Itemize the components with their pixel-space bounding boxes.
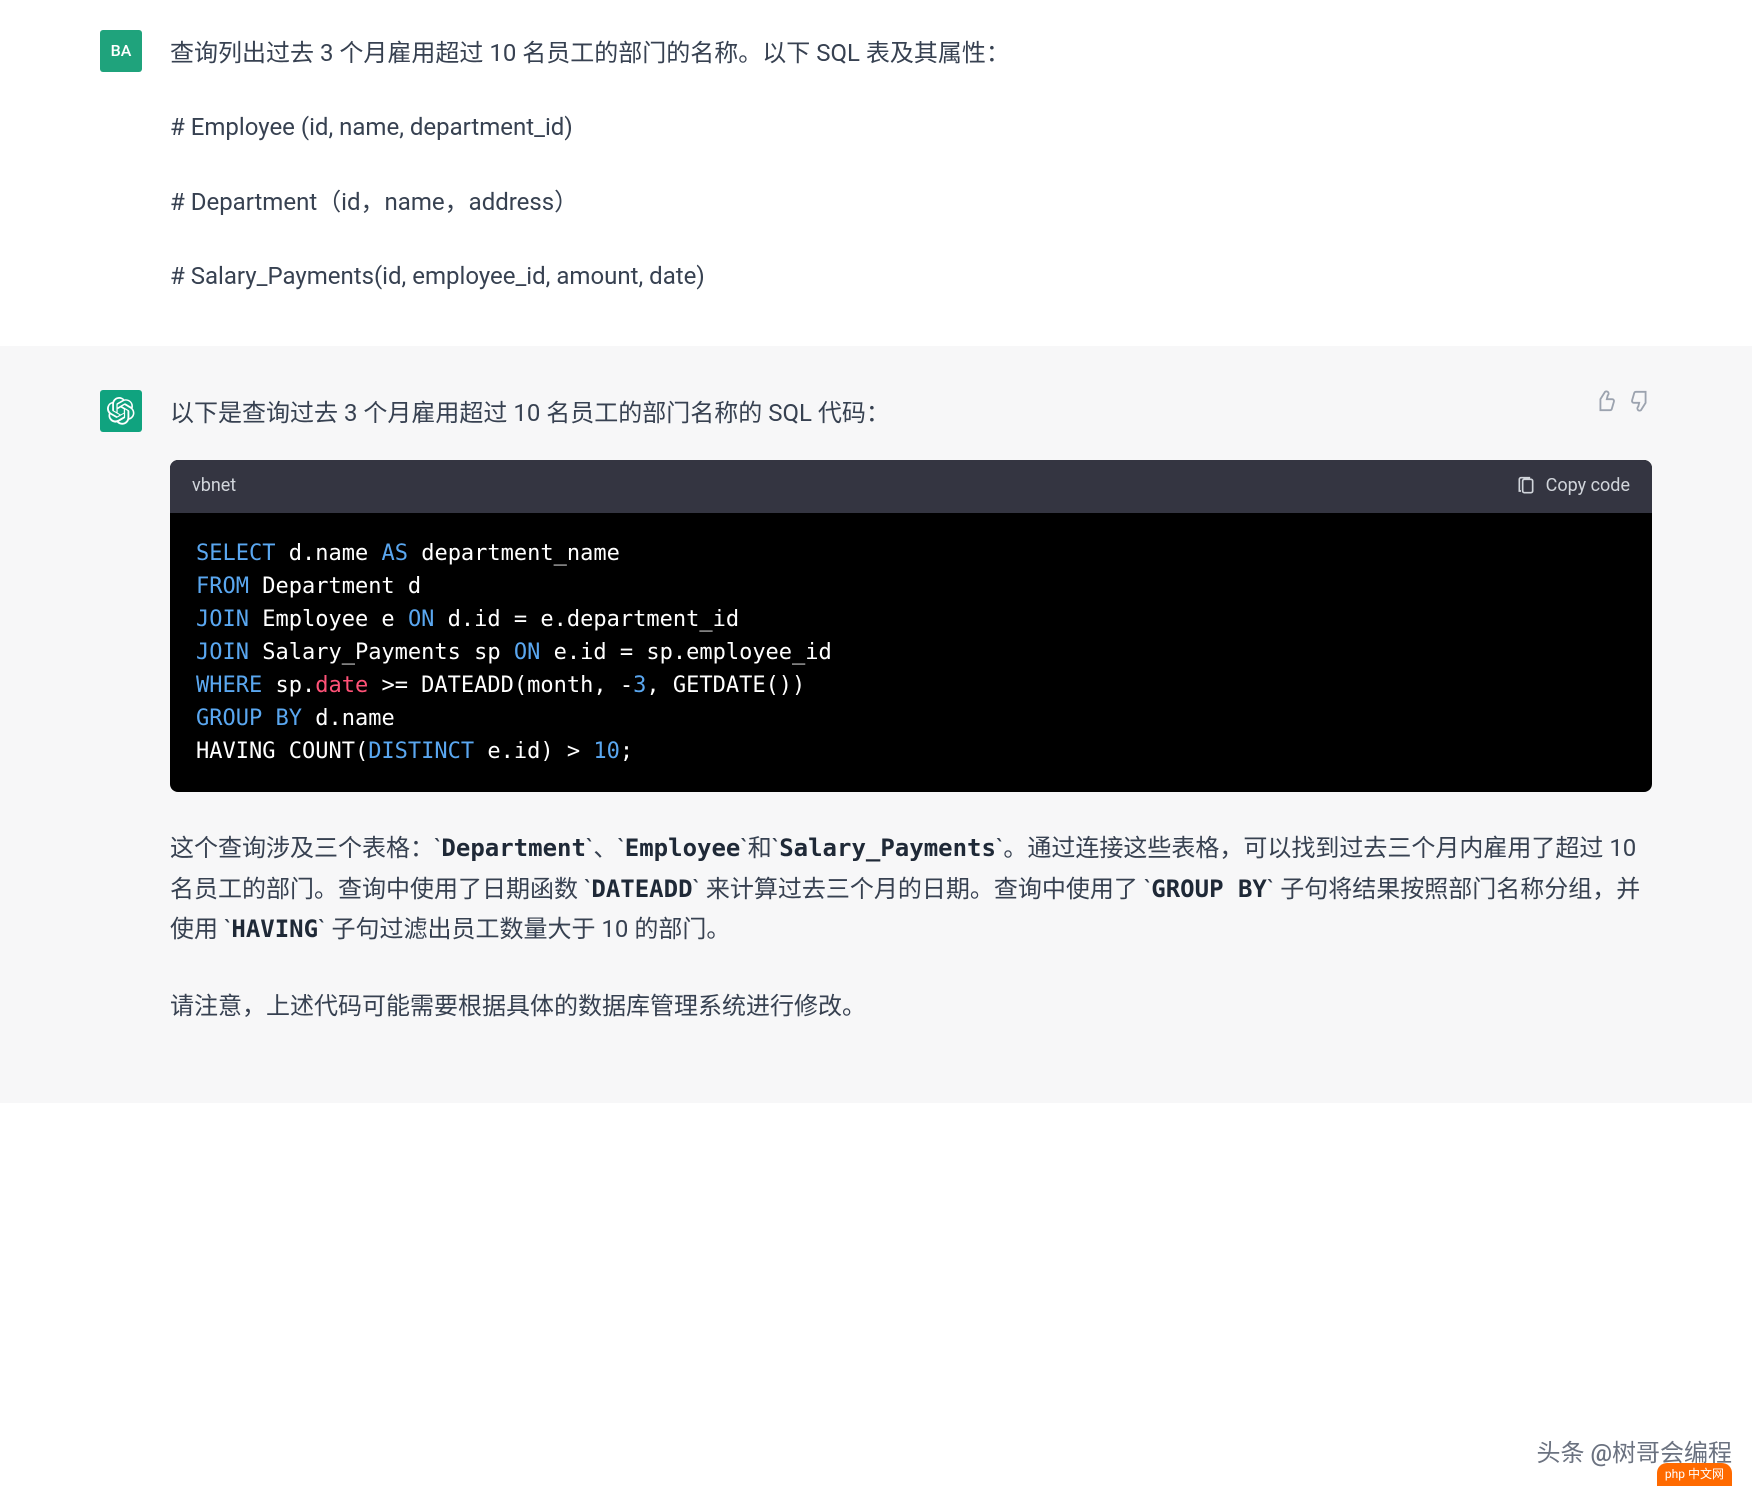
user-prompt-line: 查询列出过去 3 个月雇用超过 10 名员工的部门的名称。以下 SQL 表及其属… xyxy=(170,34,1652,72)
user-message: BA 查询列出过去 3 个月雇用超过 10 名员工的部门的名称。以下 SQL 表… xyxy=(0,0,1752,346)
code-language-label: vbnet xyxy=(192,472,236,501)
assistant-avatar xyxy=(100,390,142,432)
user-schema-line: # Employee (id, name, department_id) xyxy=(170,108,1652,146)
feedback-actions xyxy=(1594,390,1652,412)
explanation-paragraph: 这个查询涉及三个表格：`Department`、`Employee`和`Sala… xyxy=(170,828,1652,950)
thumbs-down-icon[interactable] xyxy=(1630,390,1652,412)
assistant-intro-text: 以下是查询过去 3 个月雇用超过 10 名员工的部门名称的 SQL 代码： xyxy=(170,394,1652,432)
user-schema-line: # Salary_Payments(id, employee_id, amoun… xyxy=(170,257,1652,295)
user-schema-line: # Department（id，name，address） xyxy=(170,183,1652,221)
assistant-message: 以下是查询过去 3 个月雇用超过 10 名员工的部门名称的 SQL 代码： vb… xyxy=(0,346,1752,1103)
thumbs-up-icon[interactable] xyxy=(1594,390,1616,412)
user-avatar: BA xyxy=(100,30,142,72)
copy-code-label: Copy code xyxy=(1546,472,1630,501)
openai-logo-icon xyxy=(107,397,135,425)
assistant-explanation: 这个查询涉及三个表格：`Department`、`Employee`和`Sala… xyxy=(170,828,1652,1027)
assistant-content: 以下是查询过去 3 个月雇用超过 10 名员工的部门名称的 SQL 代码： vb… xyxy=(170,390,1652,1063)
watermark-badge: php 中文网 xyxy=(1657,1463,1732,1486)
code-content: SELECT d.name AS department_name FROM De… xyxy=(170,513,1652,792)
copy-code-button[interactable]: Copy code xyxy=(1516,472,1630,501)
clipboard-icon xyxy=(1516,476,1536,496)
explanation-note: 请注意，上述代码可能需要根据具体的数据库管理系统进行修改。 xyxy=(170,986,1652,1027)
user-content: 查询列出过去 3 个月雇用超过 10 名员工的部门的名称。以下 SQL 表及其属… xyxy=(170,30,1652,296)
code-header: vbnet Copy code xyxy=(170,460,1652,513)
code-block: vbnet Copy code SELECT d.name AS departm… xyxy=(170,460,1652,792)
